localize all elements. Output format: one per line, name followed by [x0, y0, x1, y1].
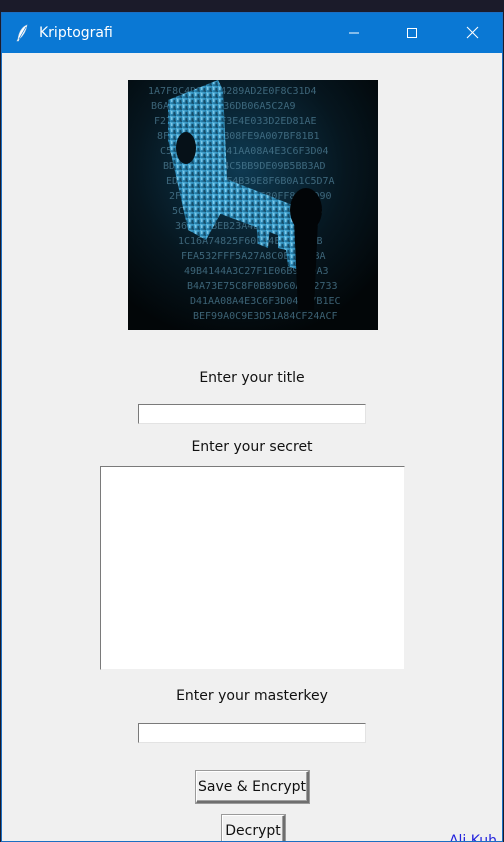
- cipher-text-line: 1A7F8C4D1BE34289AD2E0F8C31D4: [148, 86, 317, 97]
- secret-textarea[interactable]: [100, 466, 405, 670]
- close-button[interactable]: [443, 13, 501, 53]
- window-content: 1A7F8C4D1BE34289AD2E0F8C31D4B6AA4C3FC64F…: [2, 53, 502, 842]
- title-input[interactable]: [138, 404, 366, 424]
- close-icon: [466, 24, 479, 43]
- author-credit: Ali Kuh: [448, 833, 497, 842]
- window-title: Kriptografi: [39, 25, 113, 41]
- minimize-icon: [348, 24, 360, 43]
- masterkey-input[interactable]: [138, 723, 366, 743]
- maximize-icon: [406, 24, 418, 43]
- decrypt-button[interactable]: Decrypt: [222, 815, 285, 841]
- cipher-text-line: BEF99A0C9E3D51A84CF24ACF: [193, 311, 338, 322]
- secret-label: Enter your secret: [191, 439, 313, 455]
- maximize-button[interactable]: [383, 13, 441, 53]
- key-with-binary-code-image: 1A7F8C4D1BE34289AD2E0F8C31D4B6AA4C3FC64F…: [128, 80, 378, 330]
- title-label: Enter your title: [199, 370, 305, 386]
- feather-icon: [14, 24, 30, 42]
- minimize-button[interactable]: [325, 13, 383, 53]
- title-bar[interactable]: Kriptografi: [2, 13, 502, 53]
- save-encrypt-button[interactable]: Save & Encrypt: [196, 771, 309, 803]
- app-window: Kriptografi 1A7F8C4D1BE34289AD2E0F8C31D4…: [1, 12, 503, 842]
- cipher-text-line: D41AA08A4E3C6F3D04B97B1EC: [190, 296, 341, 307]
- masterkey-label: Enter your masterkey: [176, 688, 328, 704]
